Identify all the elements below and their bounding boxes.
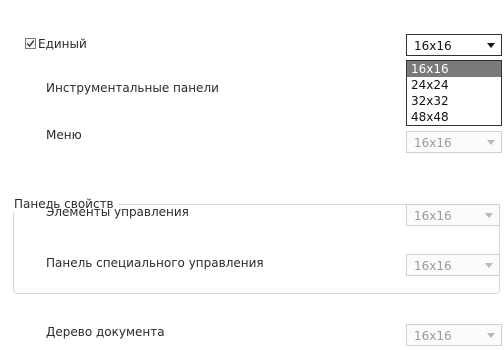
dropdown-option-48[interactable]: 48x48 xyxy=(407,109,501,125)
toolbars-label: Инструментальные панели xyxy=(46,81,219,95)
menu-size-value: 16x16 xyxy=(414,136,452,150)
single-checkbox[interactable] xyxy=(25,38,36,49)
controls-label: Элементы управления xyxy=(46,205,189,219)
chevron-down-icon xyxy=(487,43,495,48)
single-size-dropdown: 16x16 24x24 32x32 48x48 xyxy=(406,60,502,126)
menu-size-combo[interactable]: 16x16 xyxy=(406,131,502,153)
single-size-combo[interactable]: 16x16 xyxy=(406,34,502,56)
dropdown-option-16[interactable]: 16x16 xyxy=(407,61,501,77)
special-size-combo[interactable]: 16x16 xyxy=(406,254,500,276)
single-size-value: 16x16 xyxy=(414,39,452,53)
tree-size-value: 16x16 xyxy=(414,329,452,343)
single-label: Единый xyxy=(38,37,87,51)
controls-size-combo[interactable]: 16x16 xyxy=(406,204,500,226)
dropdown-option-32[interactable]: 32x32 xyxy=(407,93,501,109)
special-label: Панель специального управления xyxy=(46,256,264,270)
controls-size-value: 16x16 xyxy=(414,209,452,223)
checkmark-icon xyxy=(26,40,35,48)
chevron-down-icon xyxy=(487,333,495,338)
tree-size-combo[interactable]: 16x16 xyxy=(406,324,502,346)
chevron-down-icon xyxy=(487,140,495,145)
tree-label: Дерево документа xyxy=(46,325,165,339)
dropdown-option-24[interactable]: 24x24 xyxy=(407,77,501,93)
chevron-down-icon xyxy=(485,213,493,218)
chevron-down-icon xyxy=(485,263,493,268)
menu-label: Меню xyxy=(46,128,82,142)
special-size-value: 16x16 xyxy=(414,259,452,273)
